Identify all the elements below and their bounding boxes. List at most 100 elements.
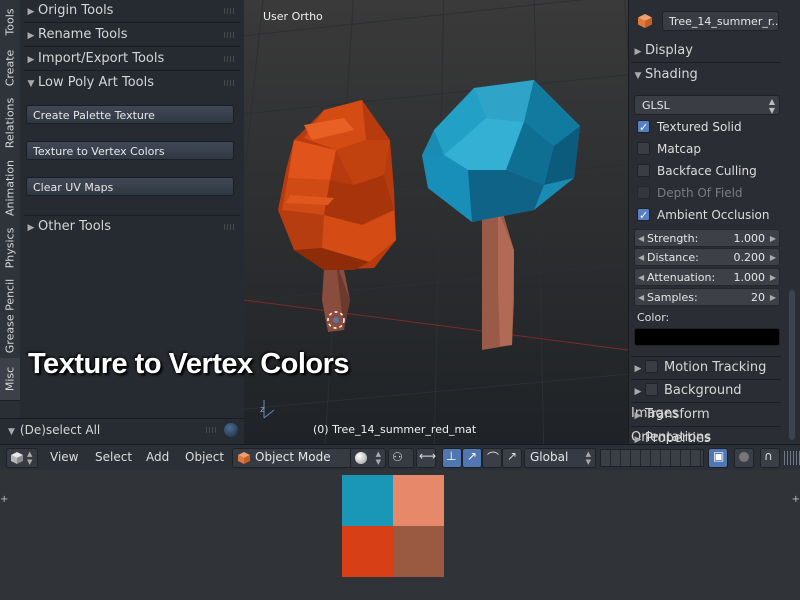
drag-grip-icon[interactable] bbox=[224, 56, 236, 62]
magnet-icon: ∩ bbox=[764, 449, 773, 463]
create-palette-texture-button[interactable]: Create Palette Texture bbox=[26, 105, 234, 124]
checkbox-unchecked-icon[interactable] bbox=[645, 383, 658, 396]
render-button[interactable] bbox=[734, 448, 754, 468]
object-name-field[interactable]: Tree_14_summer_r... bbox=[662, 11, 779, 31]
tab-misc[interactable]: Misc bbox=[0, 358, 20, 401]
field-name: Attenuation: bbox=[647, 271, 716, 284]
drag-grip-icon[interactable] bbox=[224, 80, 236, 86]
menu-view[interactable]: View bbox=[50, 450, 78, 464]
increment-arrow-icon[interactable]: ▶ bbox=[770, 249, 776, 267]
panel-low-poly-art-tools[interactable]: ▼ Low Poly Art Tools bbox=[24, 72, 240, 94]
panel-import-export-tools[interactable]: ▶ Import/Export Tools bbox=[24, 48, 240, 71]
up-down-arrows-icon: ▲▼ bbox=[768, 97, 775, 115]
field-value: 1.000 bbox=[733, 232, 766, 245]
section-motion-tracking[interactable]: ▶ Motion Tracking bbox=[631, 356, 781, 380]
rotate-manipulator-button[interactable]: ↗ bbox=[462, 448, 482, 468]
section-display[interactable]: ▶ Display bbox=[631, 40, 781, 63]
section-transform-orientations[interactable]: ▶ Transform Orientations bbox=[631, 404, 781, 444]
proportional-edit-button[interactable]: ∩ bbox=[760, 448, 780, 468]
checkbox-unchecked-icon bbox=[637, 164, 650, 177]
scale-manipulator-button[interactable]: ⌒ bbox=[482, 448, 502, 468]
editor-type-select[interactable]: ▲ ▼ bbox=[6, 448, 38, 468]
ao-distance-field[interactable]: ◀ Distance: 0.200 ▶ bbox=[634, 248, 780, 266]
decrement-arrow-icon[interactable]: ◀ bbox=[638, 269, 644, 287]
tab-label: Animation bbox=[3, 159, 17, 217]
orange-tree[interactable] bbox=[278, 100, 396, 332]
drag-grip-icon[interactable] bbox=[224, 32, 236, 38]
deselect-all-panel[interactable]: ▼ (De)select All bbox=[0, 418, 244, 445]
ao-strength-field[interactable]: ◀ Strength: 1.000 ▶ bbox=[634, 229, 780, 247]
tab-tools[interactable]: Tools bbox=[0, 0, 20, 45]
decrement-arrow-icon[interactable]: ◀ bbox=[638, 289, 644, 307]
clear-uv-maps-button[interactable]: Clear UV Maps bbox=[26, 177, 234, 196]
transform-button[interactable]: ↗ bbox=[502, 448, 522, 468]
rotate-arrow-icon: ↗ bbox=[467, 449, 478, 463]
menu-add[interactable]: Add bbox=[146, 450, 169, 464]
collapse-arrow-icon: ▶ bbox=[634, 47, 642, 57]
transform-orientation-select[interactable]: Global ▲ ▼ bbox=[524, 448, 596, 468]
object-orb-icon bbox=[224, 423, 238, 437]
section-shading[interactable]: ▼ Shading bbox=[631, 64, 781, 86]
shading-mode-select[interactable]: GLSL ▲ ▼ bbox=[634, 95, 780, 115]
decrement-arrow-icon[interactable]: ◀ bbox=[638, 249, 644, 267]
manipulator-toggle[interactable]: ⟷ bbox=[416, 448, 436, 468]
snap-icon[interactable] bbox=[784, 451, 800, 465]
checkbox-label: Ambient Occlusion bbox=[657, 208, 770, 222]
increment-arrow-icon[interactable]: ▶ bbox=[770, 289, 776, 307]
backface-culling-checkbox[interactable]: Backface Culling bbox=[637, 161, 757, 181]
tab-label: Create bbox=[3, 49, 17, 87]
drag-grip-icon[interactable] bbox=[206, 427, 218, 433]
section-properties[interactable]: ▶ Properties bbox=[631, 428, 781, 444]
pivot-point-select[interactable]: ⚇ bbox=[388, 448, 414, 468]
checkbox-checked-icon bbox=[637, 118, 650, 138]
panel-other-tools[interactable]: ▶ Other Tools bbox=[24, 215, 240, 238]
checkbox-unchecked-icon bbox=[637, 186, 650, 199]
region-expand-icon[interactable]: + bbox=[792, 494, 800, 505]
menu-select[interactable]: Select bbox=[95, 450, 132, 464]
orientation-value: Global bbox=[530, 450, 569, 464]
viewport-shading-select[interactable]: ▲ ▼ bbox=[350, 448, 386, 468]
panel-label: Origin Tools bbox=[38, 3, 114, 18]
drag-grip-icon[interactable] bbox=[224, 224, 236, 230]
tab-relations[interactable]: Relations bbox=[0, 92, 20, 155]
tab-label: Relations bbox=[3, 97, 17, 149]
mode-value: Object Mode bbox=[255, 450, 331, 464]
solid-shading-icon bbox=[355, 452, 367, 464]
tab-grease-pencil[interactable]: Grease Pencil bbox=[0, 274, 20, 359]
tab-physics[interactable]: Physics bbox=[0, 222, 20, 275]
increment-arrow-icon[interactable]: ▶ bbox=[770, 269, 776, 287]
collapse-arrow-icon: ▶ bbox=[634, 435, 642, 444]
textured-solid-checkbox[interactable]: Textured Solid bbox=[637, 117, 742, 138]
checkbox-checked-icon bbox=[637, 206, 650, 226]
translate-manipulator-button[interactable]: ⊥ bbox=[442, 448, 462, 468]
texture-to-vertex-colors-button[interactable]: Texture to Vertex Colors bbox=[26, 141, 234, 160]
properties-scrollbar[interactable] bbox=[789, 290, 795, 440]
checkbox-unchecked-icon bbox=[637, 142, 650, 155]
section-background-images[interactable]: ▶ Background Images bbox=[631, 380, 781, 421]
checkbox-label: Depth Of Field bbox=[657, 186, 743, 200]
drag-grip-icon[interactable] bbox=[224, 8, 236, 14]
image-editor[interactable]: + + bbox=[0, 470, 800, 600]
field-value: 20 bbox=[751, 291, 765, 304]
ao-attenuation-field[interactable]: ◀ Attenuation: 1.000 ▶ bbox=[634, 268, 780, 286]
panel-rename-tools[interactable]: ▶ Rename Tools bbox=[24, 24, 240, 47]
3d-view-cube-icon bbox=[11, 452, 23, 464]
collapse-arrow-icon: ▶ bbox=[634, 387, 642, 397]
ambient-occlusion-checkbox[interactable]: Ambient Occlusion bbox=[637, 205, 770, 226]
tab-create[interactable]: Create bbox=[0, 44, 20, 93]
blue-tree[interactable] bbox=[422, 80, 580, 350]
ao-samples-field[interactable]: ◀ Samples: 20 ▶ bbox=[634, 288, 780, 306]
axis-gizmo-icon: z bbox=[260, 400, 275, 419]
tab-animation[interactable]: Animation bbox=[0, 154, 20, 223]
decrement-arrow-icon[interactable]: ◀ bbox=[638, 230, 644, 248]
panel-origin-tools[interactable]: ▶ Origin Tools bbox=[24, 0, 240, 23]
increment-arrow-icon[interactable]: ▶ bbox=[770, 230, 776, 248]
menu-object[interactable]: Object bbox=[185, 450, 224, 464]
ao-color-swatch[interactable] bbox=[634, 328, 780, 346]
region-expand-icon[interactable]: + bbox=[0, 494, 8, 505]
checkbox-unchecked-icon[interactable] bbox=[645, 360, 658, 373]
lock-layers-button[interactable]: ▣ bbox=[708, 448, 728, 468]
matcap-checkbox[interactable]: Matcap bbox=[637, 139, 701, 159]
panel-label: Low Poly Art Tools bbox=[38, 75, 154, 90]
layer-buttons[interactable] bbox=[600, 449, 704, 467]
